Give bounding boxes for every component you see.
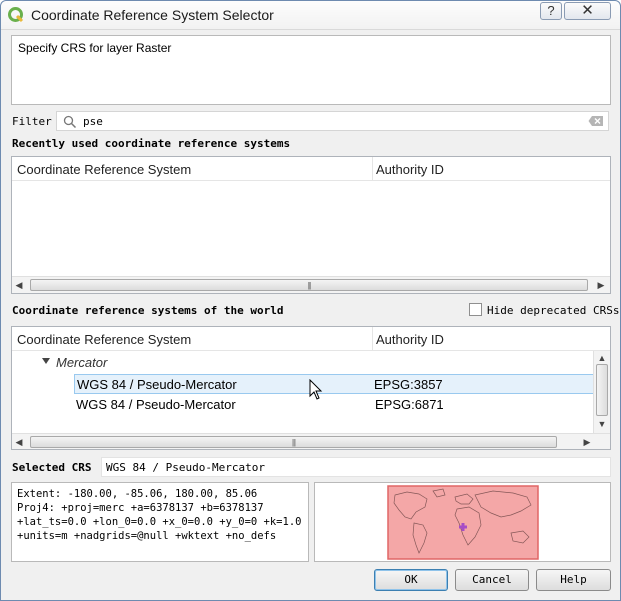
world-horizontal-scrollbar[interactable]: ◀ ||| ▶	[12, 433, 610, 449]
scroll-left-icon[interactable]: ◀	[14, 437, 24, 447]
title-bar[interactable]: Coordinate Reference System Selector ? ✕	[1, 1, 620, 30]
mouse-pointer-icon	[309, 379, 323, 400]
crs-name: WGS 84 / Pseudo-Mercator	[77, 377, 237, 392]
scroll-down-icon[interactable]: ▼	[597, 419, 607, 429]
hide-deprecated-label[interactable]: Hide deprecated CRSs	[487, 304, 619, 317]
tree-group-mercator[interactable]: Mercator	[12, 353, 594, 373]
recent-col-authority[interactable]: Authority ID	[376, 162, 444, 177]
recent-heading: Recently used coordinate reference syste…	[12, 137, 291, 150]
crs-name: WGS 84 / Pseudo-Mercator	[76, 397, 236, 412]
column-divider	[372, 327, 373, 351]
layer-description: Specify CRS for layer Raster	[11, 35, 611, 105]
scroll-right-icon[interactable]: ▶	[582, 437, 592, 447]
scroll-thumb[interactable]	[596, 364, 608, 416]
extent-line: Extent: -180.00, -85.06, 180.00, 85.06	[17, 488, 258, 500]
column-divider	[372, 157, 373, 181]
extent-preview-map	[314, 482, 611, 562]
collapse-arrow-icon[interactable]	[42, 358, 50, 364]
scroll-up-icon[interactable]: ▲	[597, 353, 607, 363]
authority-id: EPSG:6871	[375, 397, 444, 412]
proj4-line: +lat_ts=0.0 +lon_0=0.0 +x_0=0.0 +y_0=0 +…	[17, 516, 302, 528]
crs-details: Extent: -180.00, -85.06, 180.00, 85.06 P…	[11, 482, 309, 562]
world-map	[387, 485, 539, 560]
world-col-authority[interactable]: Authority ID	[376, 332, 444, 347]
title-help-button[interactable]: ?	[540, 2, 562, 20]
world-vertical-scrollbar[interactable]: ▲ ▼	[593, 351, 610, 433]
extent-rectangle	[387, 485, 539, 560]
close-button[interactable]: ✕	[564, 2, 611, 20]
filter-label: Filter	[12, 115, 52, 128]
filter-input[interactable]: pse	[56, 111, 609, 131]
proj4-line: Proj4: +proj=merc +a=6378137 +b=6378137	[17, 502, 264, 514]
scroll-left-icon[interactable]: ◀	[14, 280, 24, 290]
hide-deprecated-checkbox[interactable]	[469, 303, 482, 316]
ok-button[interactable]: OK	[374, 569, 448, 591]
cancel-button[interactable]: Cancel	[455, 569, 529, 591]
world-heading: Coordinate reference systems of the worl…	[12, 304, 284, 317]
world-table-header: Coordinate Reference System Authority ID	[12, 327, 610, 351]
selected-crs-label: Selected CRS	[12, 461, 92, 474]
table-row[interactable]: WGS 84 / Pseudo-Mercator EPSG:3857	[74, 374, 594, 394]
window-title: Coordinate Reference System Selector	[31, 7, 274, 23]
table-row[interactable]: WGS 84 / Pseudo-Mercator EPSG:6871	[74, 395, 594, 415]
crs-selector-dialog: Coordinate Reference System Selector ? ✕…	[0, 0, 621, 601]
proj4-line: +units=m +nadgrids=@null +wktext +no_def…	[17, 530, 277, 542]
recent-table-header: Coordinate Reference System Authority ID	[12, 157, 610, 181]
scroll-thumb[interactable]: |||	[30, 279, 588, 291]
group-label: Mercator	[56, 355, 108, 370]
authority-id: EPSG:3857	[374, 377, 443, 392]
scroll-thumb[interactable]: |||	[30, 436, 557, 448]
scroll-right-icon[interactable]: ▶	[596, 280, 606, 290]
recent-horizontal-scrollbar[interactable]: ◀ ||| ▶	[12, 276, 610, 293]
description-text: Specify CRS for layer Raster	[18, 41, 172, 55]
world-col-crs[interactable]: Coordinate Reference System	[17, 332, 191, 347]
help-button[interactable]: Help	[536, 569, 611, 591]
search-icon	[63, 115, 77, 129]
filter-value: pse	[83, 115, 103, 128]
clear-icon[interactable]	[588, 115, 604, 127]
recent-col-crs[interactable]: Coordinate Reference System	[17, 162, 191, 177]
qgis-icon	[8, 7, 24, 23]
selected-crs-value: WGS 84 / Pseudo-Mercator	[101, 457, 611, 477]
recent-crs-table[interactable]: Coordinate Reference System Authority ID…	[11, 156, 611, 294]
